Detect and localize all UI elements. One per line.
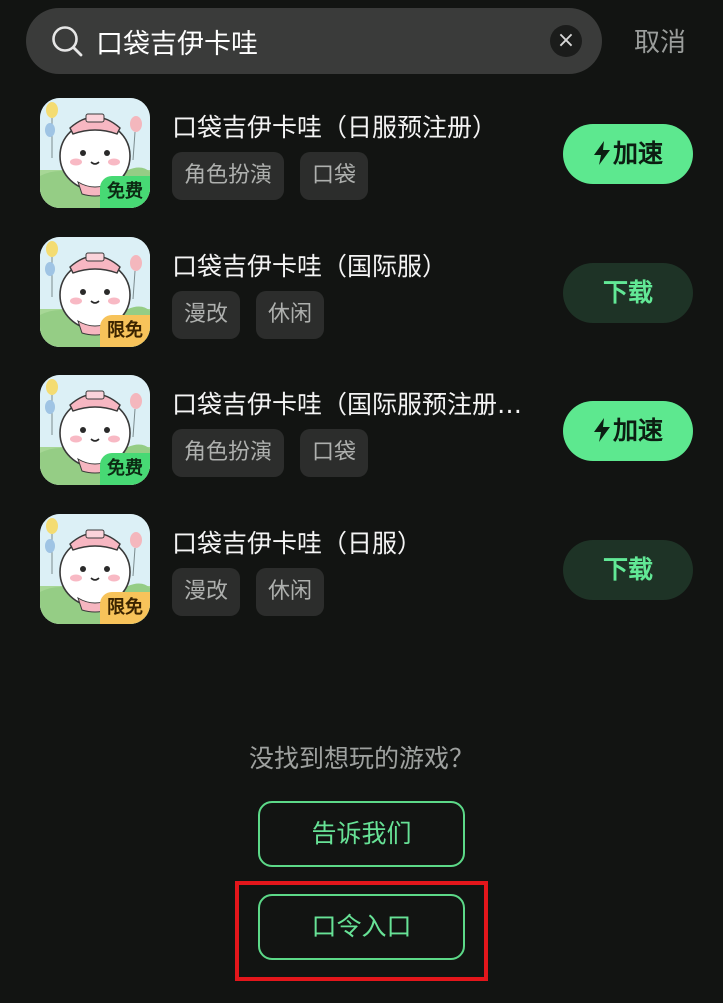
game-tag[interactable]: 角色扮演 — [172, 429, 285, 477]
game-tag[interactable]: 口袋 — [300, 152, 369, 200]
not-found-prompt: 没找到想玩的游戏？ — [248, 744, 474, 773]
result-item[interactable]: 免费 口袋吉伊卡哇（国际服预注册… 角色扮演 口袋 加速 — [0, 375, 723, 513]
game-tag[interactable]: 漫改 — [172, 291, 241, 339]
game-tag[interactable]: 休闲 — [256, 291, 325, 339]
price-badge: 免费 — [100, 453, 150, 485]
search-icon — [52, 26, 83, 57]
game-app-icon[interactable]: 限免 — [40, 514, 150, 624]
game-tag[interactable]: 休闲 — [256, 568, 325, 616]
price-badge: 限免 — [100, 315, 150, 347]
game-tag[interactable]: 角色扮演 — [172, 152, 285, 200]
tag-list: 角色扮演 口袋 — [172, 429, 369, 477]
lightning-icon — [593, 418, 610, 442]
tag-list: 角色扮演 口袋 — [172, 152, 369, 200]
accelerate-button[interactable]: 加速 — [563, 401, 693, 461]
price-badge: 限免 — [100, 592, 150, 624]
game-app-icon[interactable]: 免费 — [40, 98, 150, 208]
lightning-icon — [593, 141, 610, 165]
accelerate-button[interactable]: 加速 — [563, 124, 693, 184]
game-tag[interactable]: 漫改 — [172, 568, 241, 616]
action-label: 加速 — [612, 416, 663, 445]
result-item[interactable]: 限免 口袋吉伊卡哇（日服） 漫改 休闲 下载 — [0, 514, 723, 652]
download-button[interactable]: 下载 — [563, 263, 693, 323]
game-tag[interactable]: 口袋 — [300, 429, 369, 477]
search-input[interactable] — [96, 8, 546, 74]
game-title[interactable]: 口袋吉伊卡哇（日服） — [172, 524, 556, 560]
search-bar[interactable]: × — [26, 8, 602, 74]
action-label: 加速 — [612, 139, 663, 168]
action-label: 下载 — [602, 555, 653, 584]
clear-search-icon[interactable]: × — [550, 25, 582, 57]
tag-list: 漫改 休闲 — [172, 568, 325, 616]
annotation-highlight-box — [235, 881, 488, 981]
tag-list: 漫改 休闲 — [172, 291, 325, 339]
download-button[interactable]: 下载 — [563, 540, 693, 600]
tell-us-button[interactable]: 告诉我们 — [258, 801, 465, 867]
action-label: 下载 — [602, 278, 653, 307]
game-app-icon[interactable]: 限免 — [40, 237, 150, 347]
game-title[interactable]: 口袋吉伊卡哇（日服预注册） — [172, 108, 556, 144]
cancel-button[interactable]: 取消 — [634, 22, 686, 59]
price-badge: 免费 — [100, 176, 150, 208]
game-title[interactable]: 口袋吉伊卡哇（国际服预注册… — [172, 385, 556, 421]
result-item[interactable]: 免费 口袋吉伊卡哇（日服预注册） 角色扮演 口袋 加速 — [0, 98, 723, 236]
result-item[interactable]: 限免 口袋吉伊卡哇（国际服） 漫改 休闲 下载 — [0, 237, 723, 375]
game-app-icon[interactable]: 免费 — [40, 375, 150, 485]
game-title[interactable]: 口袋吉伊卡哇（国际服） — [172, 247, 556, 283]
